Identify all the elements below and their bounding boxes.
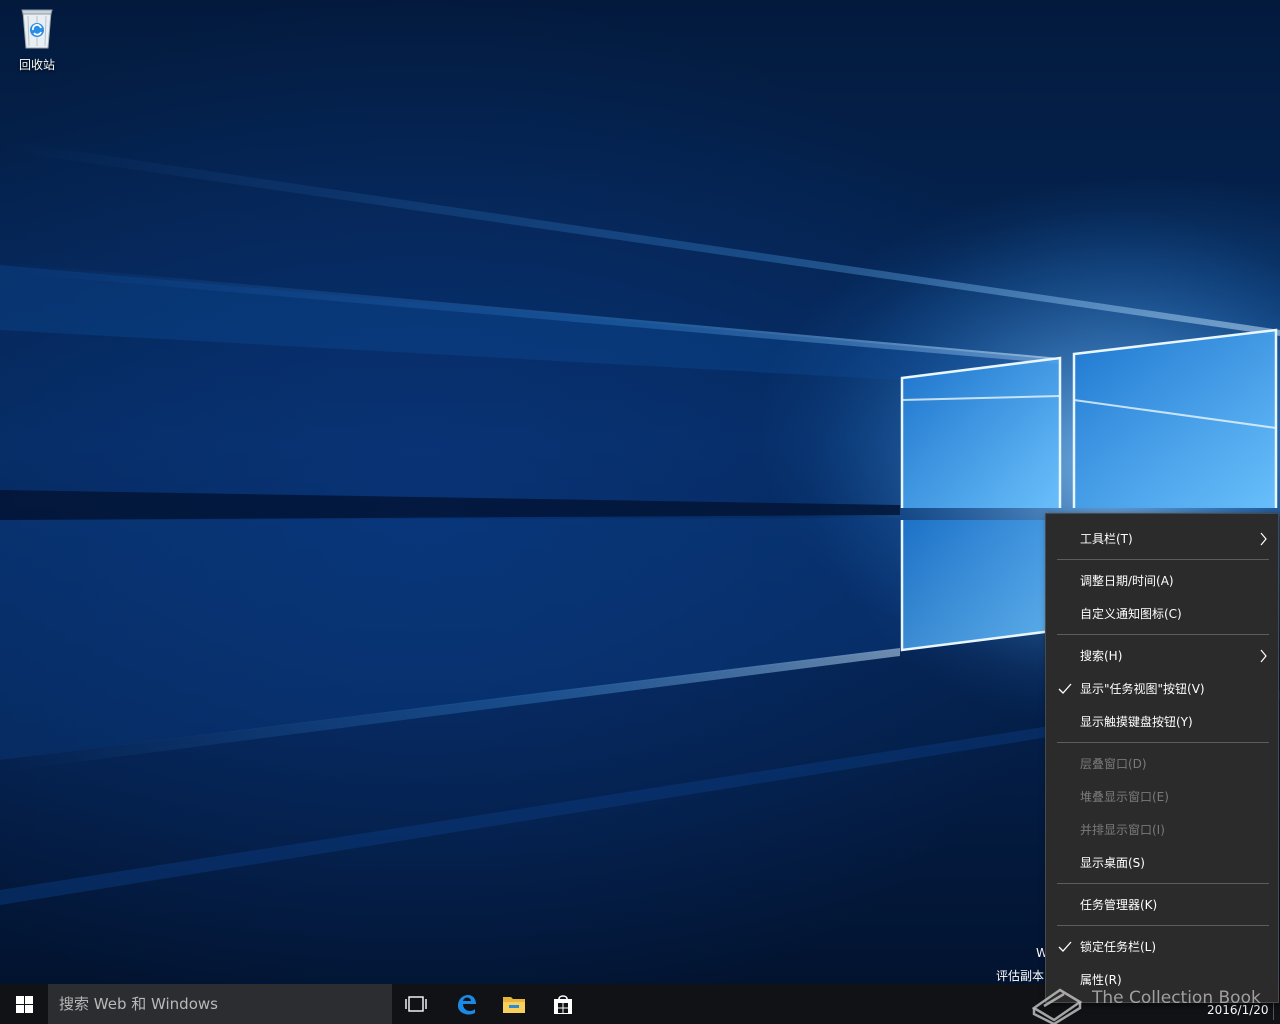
evaluation-watermark-line2: 评估副本 [996,969,1045,983]
menu-item-label: 显示桌面(S) [1080,856,1145,870]
menu-item-label: 显示"任务视图"按钮(V) [1080,682,1205,696]
menu-separator [1057,925,1269,926]
menu-separator [1057,559,1269,560]
menu-item-label: 显示触摸键盘按钮(Y) [1080,715,1193,729]
task-view-button[interactable] [392,984,440,1024]
windows-logo-icon [15,995,33,1013]
store-button[interactable] [539,984,587,1024]
submenu-chevron-icon [1260,649,1267,663]
menu-item-adjust-date-time[interactable]: 调整日期/时间(A) [1046,565,1278,597]
desktop-icon-recycle-bin[interactable]: 回收站 [10,6,64,78]
menu-separator [1057,742,1269,743]
menu-item-toolbars[interactable]: 工具栏(T) [1046,523,1278,555]
submenu-chevron-icon [1260,532,1267,546]
recycle-bin-icon [21,9,53,49]
menu-item-cascade-windows: 层叠窗口(D) [1046,748,1278,780]
checkmark-icon [1058,941,1072,952]
menu-item-show-task-view-button[interactable]: 显示"任务视图"按钮(V) [1046,673,1278,705]
taskbar-search-box[interactable] [48,984,392,1024]
menu-item-label: 工具栏(T) [1080,532,1133,546]
menu-item-lock-taskbar[interactable]: 锁定任务栏(L) [1046,931,1278,963]
menu-separator [1057,883,1269,884]
menu-item-side-by-side-windows: 并排显示窗口(I) [1046,814,1278,846]
file-explorer-icon [503,997,525,1013]
menu-item-search[interactable]: 搜索(H) [1046,640,1278,672]
book-watermark-text: The Collection Book [1092,988,1261,1008]
checkmark-icon [1058,683,1072,694]
menu-item-label: 调整日期/时间(A) [1080,574,1174,588]
menu-item-show-touch-keyboard-button[interactable]: 显示触摸键盘按钮(Y) [1046,706,1278,738]
menu-item-label: 任务管理器(K) [1080,898,1158,912]
start-button[interactable] [0,984,48,1024]
menu-item-show-desktop[interactable]: 显示桌面(S) [1046,847,1278,879]
menu-item-label: 自定义通知图标(C) [1080,607,1182,621]
menu-item-task-manager[interactable]: 任务管理器(K) [1046,889,1278,921]
menu-item-stack-windows: 堆叠显示窗口(E) [1046,781,1278,813]
task-view-icon [405,996,427,1012]
file-explorer-button[interactable] [490,984,538,1024]
edge-button[interactable] [442,984,490,1024]
edge-icon [458,995,476,1015]
menu-item-label: 并排显示窗口(I) [1080,823,1165,837]
menu-item-customize-notification-icons[interactable]: 自定义通知图标(C) [1046,598,1278,630]
search-input[interactable] [57,994,381,1014]
menu-separator [1057,634,1269,635]
menu-item-label: 层叠窗口(D) [1080,757,1147,771]
taskbar-context-menu: 工具栏(T) 调整日期/时间(A) 自定义通知图标(C) 搜索(H) 显示"任务… [1045,513,1279,1003]
menu-item-label: 堆叠显示窗口(E) [1080,790,1169,804]
menu-item-label: 锁定任务栏(L) [1080,940,1157,954]
menu-item-label: 搜索(H) [1080,649,1123,663]
recycle-bin-label: 回收站 [18,58,55,72]
store-icon [554,995,572,1014]
